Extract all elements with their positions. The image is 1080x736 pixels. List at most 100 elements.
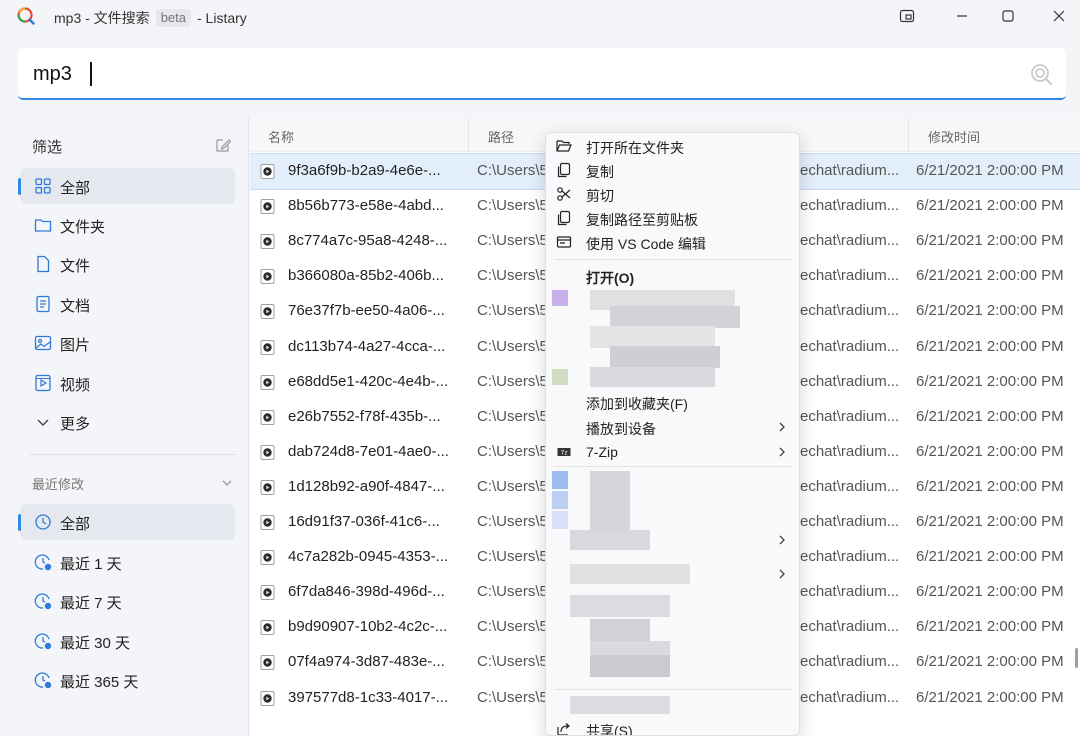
menu-item-add-favorite[interactable]: 添加到收藏夹(F) (546, 390, 799, 414)
row-path-tail: echat\radium... (800, 618, 900, 636)
row-path-tail: echat\radium... (800, 372, 900, 390)
redacted-region (570, 530, 650, 550)
audio-file-icon (260, 234, 275, 250)
menu-item-open-folder[interactable]: 打开所在文件夹 (546, 134, 799, 158)
redacted-region (590, 326, 715, 348)
search-input[interactable] (33, 60, 933, 88)
row-modified: 6/21/2021 2:00:00 PM (916, 337, 1064, 355)
menu-item-label: 打开(O) (586, 270, 635, 286)
column-header-modified[interactable]: 修改时间 (928, 127, 980, 146)
menu-item-submenu[interactable] (546, 528, 799, 552)
row-name: dc113b74-4a27-4cca-... (288, 337, 446, 355)
menu-item-cut[interactable]: 剪切 (546, 182, 799, 206)
audio-file-icon (260, 550, 275, 566)
row-path: C:\Users\5 (477, 618, 548, 636)
row-path-tail: echat\radium... (800, 267, 900, 285)
row-modified: 6/21/2021 2:00:00 PM (916, 372, 1064, 390)
clock-icon (35, 514, 51, 530)
menu-item-7zip[interactable]: 7z 7-Zip (546, 440, 799, 464)
snap-layout-button[interactable] (893, 4, 921, 28)
row-path-tail: echat\radium... (800, 688, 900, 706)
redacted-region (590, 655, 670, 677)
recent-1-day[interactable]: 最近 1 天 (20, 544, 235, 580)
row-modified: 6/21/2021 2:00:00 PM (916, 477, 1064, 495)
row-name: b366080a-85b2-406b... (288, 267, 444, 285)
filter-folder[interactable]: 文件夹 (20, 207, 235, 243)
audio-file-icon (260, 304, 275, 320)
audio-file-icon (260, 374, 275, 390)
filter-document[interactable]: 文档 (20, 286, 235, 322)
audio-file-icon (260, 690, 275, 706)
minimize-button[interactable] (948, 4, 976, 28)
chevron-right-icon (779, 422, 785, 432)
collapse-chevron-icon[interactable] (220, 476, 234, 490)
filter-label: 全部 (60, 180, 91, 197)
menu-item-copy-path[interactable]: 复制路径至剪贴板 (546, 206, 799, 230)
recent-heading: 最近修改 (32, 477, 85, 492)
row-name: 397577d8-1c33-4017-... (288, 688, 449, 706)
row-path: C:\Users\5 (477, 162, 548, 179)
recent-label: 最近 1 天 (60, 556, 122, 573)
row-path: C:\Users\5 (477, 267, 548, 285)
menu-separator (554, 466, 792, 467)
scrollbar-thumb[interactable] (1075, 648, 1078, 668)
close-button[interactable] (1045, 4, 1073, 28)
menu-item-vscode[interactable]: 使用 VS Code 编辑 (546, 230, 799, 254)
text-caret (90, 62, 92, 86)
audio-file-icon (260, 620, 275, 636)
menu-item-submenu[interactable] (546, 562, 799, 586)
menu-item-label: 7-Zip (586, 444, 618, 460)
row-path: C:\Users\5 (477, 197, 548, 215)
column-divider[interactable] (468, 118, 469, 152)
row-path: C:\Users\5 (477, 442, 548, 460)
listary-logo-icon (17, 7, 35, 25)
filter-label: 更多 (60, 416, 91, 433)
recent-label: 最近 7 天 (60, 595, 122, 612)
recent-365-days[interactable]: 最近 365 天 (20, 662, 235, 698)
filter-label: 文件 (60, 258, 91, 275)
copy-path-icon (557, 210, 571, 226)
row-path-tail: echat\radium... (800, 232, 900, 250)
recent-all[interactable]: 全部 (18, 504, 235, 540)
menu-separator (554, 689, 792, 690)
recent-label: 最近 30 天 (60, 635, 131, 652)
vscode-icon (556, 236, 572, 248)
column-header-path[interactable]: 路径 (488, 127, 514, 146)
edit-filters-icon[interactable] (214, 136, 232, 154)
copy-icon (557, 162, 571, 178)
row-modified: 6/21/2021 2:00:00 PM (916, 513, 1064, 530)
row-path: C:\Users\5 (477, 513, 548, 530)
filter-more[interactable]: 更多 (20, 404, 235, 440)
maximize-button[interactable] (994, 4, 1022, 28)
filter-label: 图片 (60, 337, 91, 354)
row-name: 9f3a6f9b-b2a9-4e6e-... (288, 162, 441, 179)
chevron-right-icon (779, 535, 785, 545)
recent-7-days[interactable]: 最近 7 天 (20, 583, 235, 619)
filter-file[interactable]: 文件 (20, 246, 235, 282)
filter-video[interactable]: 视频 (20, 365, 235, 401)
audio-file-icon (260, 585, 275, 601)
menu-item-copy[interactable]: 复制 (546, 158, 799, 182)
row-modified: 6/21/2021 2:00:00 PM (916, 688, 1064, 706)
menu-item-cast[interactable]: 播放到设备 (546, 415, 799, 439)
filter-all[interactable]: 全部 (18, 168, 235, 204)
column-divider[interactable] (908, 118, 909, 152)
menu-item-label: 使用 VS Code 编辑 (586, 236, 706, 252)
row-path-tail: echat\radium... (800, 407, 900, 425)
search-scope-icon[interactable] (1028, 61, 1054, 87)
sidebar-divider (30, 454, 236, 455)
filter-image[interactable]: 图片 (20, 325, 235, 361)
menu-item-label: 添加到收藏夹(F) (586, 396, 688, 412)
row-path-tail: echat\radium... (800, 337, 900, 355)
menu-item-open[interactable]: 打开(O) (546, 264, 799, 288)
chevron-right-icon (779, 447, 785, 457)
row-path-tail: echat\radium... (800, 513, 900, 530)
column-header-name[interactable]: 名称 (268, 127, 294, 146)
row-modified: 6/21/2021 2:00:00 PM (916, 407, 1064, 425)
recent-30-days[interactable]: 最近 30 天 (20, 623, 235, 659)
menu-item-share[interactable]: 共享(S) (546, 717, 799, 735)
active-indicator (18, 514, 21, 531)
svg-text:7z: 7z (561, 450, 568, 457)
row-name: b9d90907-10b2-4c2c-... (288, 618, 448, 636)
row-path: C:\Users\5 (477, 583, 548, 601)
